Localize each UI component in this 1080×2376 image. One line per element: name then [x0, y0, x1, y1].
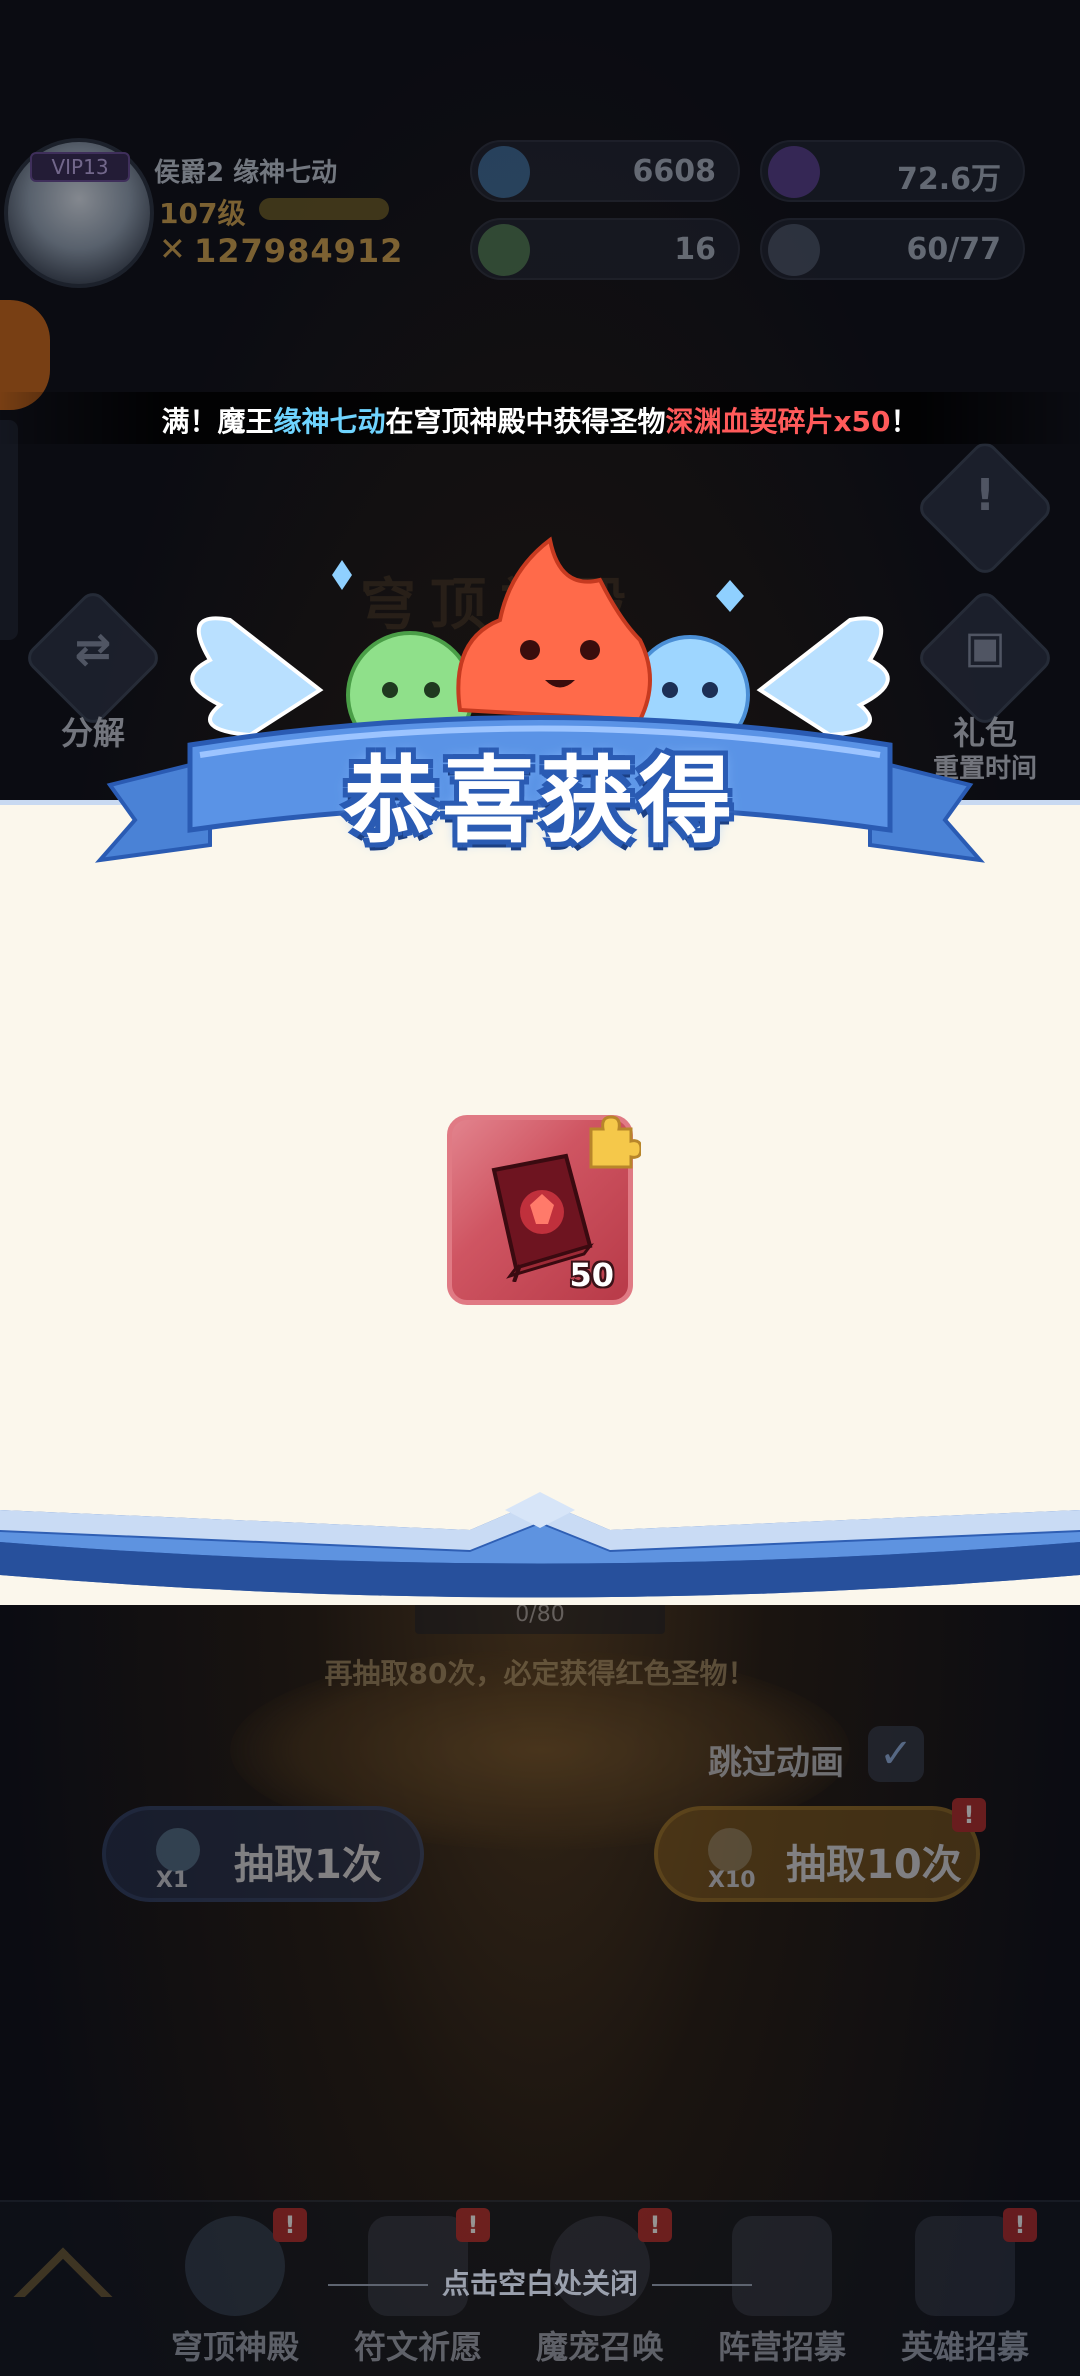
nav-label-pet-summon: 魔宠召唤 [535, 2328, 664, 2366]
gem-icon [768, 146, 820, 198]
nav-label-hero-recruit: 英雄招募 [900, 2328, 1029, 2366]
announcement-text: 满！魔王缘神七动在穹顶神殿中获得圣物深渊血契碎片x50！ [161, 400, 918, 440]
nav-alert-badge: ! [638, 2208, 672, 2242]
hint-line-left [327, 2284, 428, 2286]
title-ribbon: 恭喜获得 [60, 530, 1020, 910]
draw-one-label: 抽取1次 [234, 1842, 382, 1888]
resource-gems-value: 72.6万 [896, 162, 1001, 197]
skip-animation-checkbox[interactable]: ✓ [868, 1726, 924, 1782]
player-level: 107级 [159, 197, 246, 230]
reward-item-slot[interactable]: 50 [447, 1115, 641, 1305]
close-hint[interactable]: 点击空白处关闭 [0, 2262, 1080, 2302]
resource-stars-value: 6608 [632, 154, 717, 189]
feather-ticket-icon [156, 1828, 200, 1872]
nav-alert-badge: ! [456, 2208, 490, 2242]
feather-ticket-icon [708, 1828, 752, 1872]
close-hint-text: 点击空白处关闭 [441, 2267, 638, 2300]
nav-alert-badge: ! [273, 2208, 307, 2242]
hint-line-right [652, 2284, 752, 2286]
feather-ticket-icon [478, 224, 530, 276]
resource-members-value: 60/77 [906, 232, 1001, 267]
resource-stars[interactable]: 6608 [470, 140, 740, 202]
level-progress-bar [259, 198, 389, 220]
server-announcement: 满！魔王缘神七动在穹顶神殿中获得圣物深渊血契碎片x50！ [0, 392, 1080, 444]
resource-gems[interactable]: 72.6万 [760, 140, 1025, 202]
exclamation-icon: ! [974, 470, 996, 521]
skip-animation-label: 跳过动画 [708, 1743, 844, 1783]
player-power: 127984912 [194, 232, 404, 270]
draw-one-multiplier: X1 [156, 1868, 189, 1893]
vip-badge[interactable]: VIP13 [30, 152, 130, 182]
draw-one-button[interactable]: X1 抽取1次 [102, 1806, 424, 1902]
star-icon [478, 146, 530, 198]
nav-alert-badge: ! [1003, 2208, 1037, 2242]
crossed-swords-icon: ✕ [159, 230, 186, 268]
pity-text: 再抽取80次，必定获得红色圣物！ [324, 1657, 756, 1690]
panel-bottom-border [0, 1480, 1080, 1630]
draw-ten-alert-badge: ! [952, 1798, 986, 1832]
side-panel-tab[interactable] [0, 420, 18, 640]
nav-label-dome-temple: 穹顶神殿 [170, 2328, 299, 2366]
popup-title: 恭喜获得 [343, 747, 736, 856]
resource-members[interactable]: 60/77 [760, 218, 1025, 280]
people-icon [768, 224, 820, 276]
announcement-suffix: ！ [890, 405, 919, 438]
nav-label-rune-wish: 符文祈愿 [353, 2328, 482, 2366]
draw-ten-label: 抽取10次 [786, 1842, 962, 1888]
draw-ten-button[interactable]: X10 抽取10次 [654, 1806, 980, 1902]
reward-item-count: 50 [569, 1256, 614, 1294]
resource-tickets[interactable]: 16 [470, 218, 740, 280]
fire-spirit-icon [456, 536, 652, 723]
announcement-player: 缘神七动 [273, 405, 386, 438]
player-name: 侯爵2 缘神七动 [154, 158, 338, 188]
draw-ten-multiplier: X10 [708, 1868, 756, 1893]
announcement-prefix: 满！魔王 [161, 405, 274, 438]
wave-border-graphic [0, 1480, 1080, 1598]
puzzle-piece-icon [589, 1115, 641, 1169]
resource-tickets-value: 16 [674, 232, 716, 267]
announcement-item: 深渊血契碎片x50 [665, 405, 891, 438]
announcement-middle: 在穹顶神殿中获得圣物 [385, 405, 666, 438]
nav-label-faction-recruit: 阵营招募 [717, 2328, 846, 2366]
